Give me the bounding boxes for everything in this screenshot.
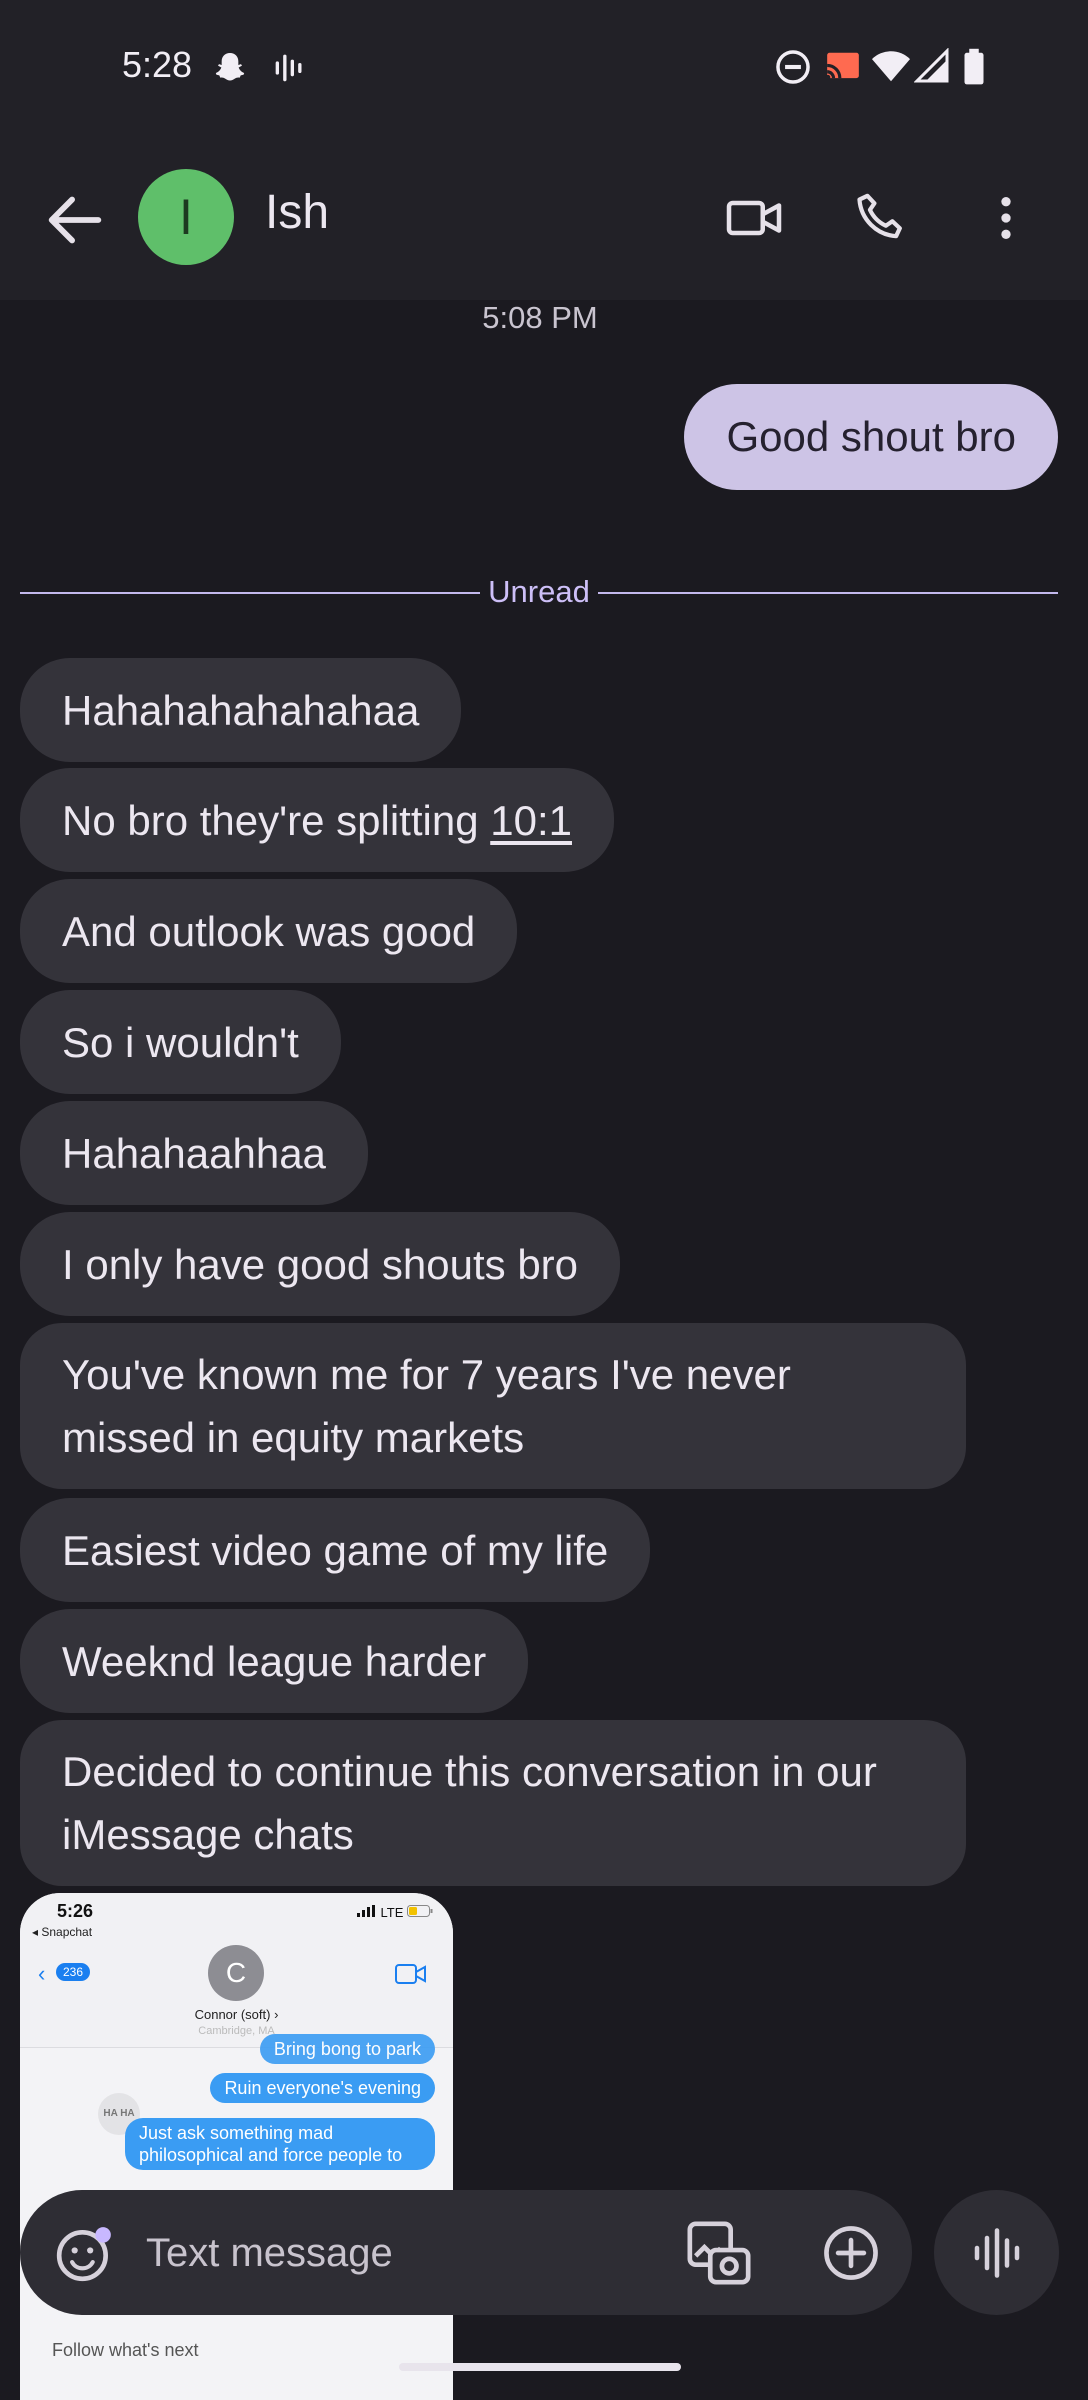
battery-low-icon <box>407 1905 433 1917</box>
message-link[interactable]: 10:1 <box>490 789 572 852</box>
arrow-back-icon <box>48 196 102 244</box>
attachment-avatar: C <box>208 1945 264 2001</box>
incoming-message[interactable]: I only have good shouts bro <box>20 1212 621 1316</box>
battery-icon <box>962 48 986 91</box>
emoji-icon <box>56 2227 111 2282</box>
message-input[interactable] <box>146 2218 666 2288</box>
message-timestamp: 5:08 PM <box>482 300 598 335</box>
attachment-bubble: Just ask something mad philosophical and… <box>125 2118 435 2170</box>
outgoing-message[interactable]: Good shout bro <box>684 384 1058 490</box>
contact-name[interactable]: Ish <box>265 185 329 240</box>
image-attachment[interactable]: 5:26 ◂ Snapchat LTE ‹ 236 C Connor (soft… <box>20 1893 453 2400</box>
compose-bar <box>20 2190 912 2315</box>
back-button[interactable] <box>40 185 110 255</box>
conversation-header: I Ish <box>0 135 1088 300</box>
dnd-icon <box>774 48 812 91</box>
attachment-time: 5:26 <box>57 1901 94 1921</box>
incoming-message[interactable]: Decided to continue this conversation in… <box>20 1720 966 1886</box>
attachment-back-app: ◂ Snapchat <box>32 1925 93 1939</box>
attachment-header: 5:26 ◂ Snapchat LTE ‹ 236 C Connor (soft… <box>20 1893 453 2048</box>
phone-icon <box>857 193 902 239</box>
chevron-left-icon: ‹ <box>38 1961 46 1986</box>
incoming-message[interactable]: No bro they're splitting 10:1 <box>20 768 614 872</box>
gallery-button[interactable] <box>684 2218 754 2288</box>
wifi-icon <box>870 48 912 91</box>
add-attachment-button[interactable] <box>820 2222 882 2284</box>
attachment-status: LTE <box>356 1905 433 1920</box>
incoming-message[interactable]: So i wouldn't <box>20 990 341 1094</box>
attachment-contact: Connor (soft) › <box>194 2007 279 2022</box>
attachment-bubble: Ruin everyone's evening <box>210 2073 435 2103</box>
status-time: 5:28 <box>122 44 193 85</box>
phone-call-button[interactable] <box>842 180 918 256</box>
signal-icon <box>913 47 950 89</box>
messages-screen: 5:28 I Ish 5:08 PM Good shout bro Unread… <box>0 0 1088 2400</box>
message-text: No bro they're splitting <box>62 796 491 844</box>
status-bar: 5:28 <box>0 0 1088 135</box>
more-options-button[interactable] <box>968 180 1044 256</box>
gallery-icon <box>687 2221 751 2285</box>
incoming-message[interactable]: Weeknd league harder <box>20 1609 529 1713</box>
incoming-message[interactable]: Hahahahahahahaa <box>20 658 462 762</box>
video-call-icon <box>726 200 782 236</box>
signal-bars-icon <box>356 1905 375 1917</box>
attachment-bubble: Bring bong to park <box>259 2034 435 2064</box>
unread-divider: Unread <box>20 572 1058 612</box>
incoming-message[interactable]: Hahahaahhaa <box>20 1101 368 1205</box>
audio-wave-icon <box>272 48 306 93</box>
incoming-message[interactable]: And outlook was good <box>20 879 518 983</box>
waveform-icon <box>974 2227 1019 2278</box>
unread-label: Unread <box>20 574 1058 610</box>
facetime-icon <box>395 1964 426 1984</box>
more-vert-icon <box>1001 197 1011 239</box>
emoji-button[interactable] <box>54 2222 116 2284</box>
voice-message-button[interactable] <box>934 2190 1059 2315</box>
add-circle-icon <box>824 2226 878 2280</box>
video-call-button[interactable] <box>716 180 792 256</box>
attachment-footer-text: Follow what's next <box>52 2340 199 2360</box>
snapchat-icon <box>210 48 250 93</box>
cast-icon <box>822 48 864 91</box>
home-indicator[interactable] <box>399 2363 681 2371</box>
incoming-message[interactable]: You've known me for 7 years I've never m… <box>20 1323 966 1489</box>
unread-count-badge: 236 <box>56 1963 91 1981</box>
incoming-message[interactable]: Easiest video game of my life <box>20 1498 651 1602</box>
contact-avatar[interactable]: I <box>138 169 234 265</box>
